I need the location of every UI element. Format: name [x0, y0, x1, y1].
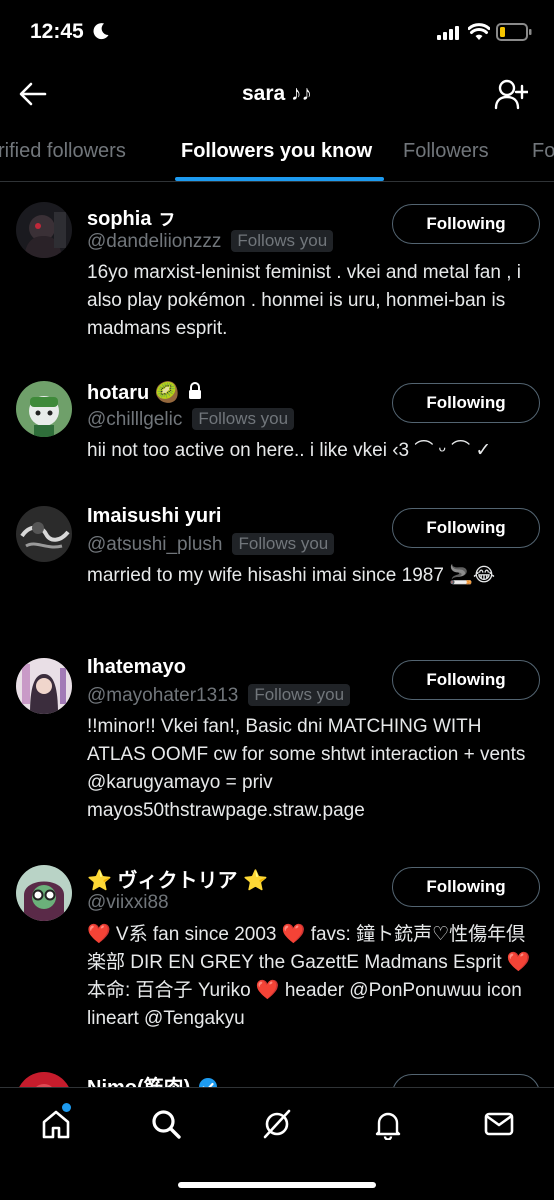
user-bio: 16yo marxist-leninist feminist . vkei an…	[87, 262, 522, 339]
home-icon[interactable]	[40, 1108, 72, 1140]
list-item[interactable]: ⭐ ヴィクトリア ⭐ @viixxi88 Following ❤️ V系 fan…	[0, 845, 554, 1052]
add-user-icon[interactable]	[494, 78, 528, 110]
moon-icon	[93, 23, 109, 40]
user-handle: @dandeliionzzz	[87, 231, 222, 252]
following-button[interactable]: Following	[392, 383, 540, 423]
tab-followers-you-know[interactable]: Followers you know	[181, 140, 372, 163]
avatar[interactable]	[16, 865, 72, 921]
lock-icon	[189, 382, 202, 399]
user-display-name: sophia ㇷ	[87, 208, 178, 230]
following-button[interactable]: Following	[392, 660, 540, 700]
list-item[interactable]: Ihatemayo @mayohater1313 Follows you Foll…	[0, 638, 554, 845]
page-title: sara ♪♪	[241, 82, 313, 105]
handle-row: @chilllgelic Follows you	[87, 408, 295, 431]
home-indicator	[178, 1182, 376, 1188]
name-row: hotaru 🥝	[87, 380, 203, 405]
battery-icon	[496, 23, 532, 41]
status-time: 12:45	[30, 20, 84, 43]
follows-you-badge: Follows you	[232, 533, 335, 555]
active-tab-indicator	[175, 177, 384, 181]
tab-bar: rified followers Followers you know Foll…	[0, 123, 554, 182]
notification-dot	[62, 1103, 71, 1112]
user-bio: hii not too active on here.. i like vkei…	[87, 440, 492, 461]
follows-you-badge: Follows you	[192, 408, 295, 430]
user-handle: @viixxi88	[87, 892, 169, 913]
user-display-name: hotaru 🥝	[87, 382, 180, 404]
following-button[interactable]: Following	[392, 867, 540, 907]
signal-icon	[437, 26, 459, 40]
header: sara ♪♪	[0, 66, 554, 122]
avatar[interactable]	[16, 506, 72, 562]
following-button[interactable]: Following	[392, 1074, 540, 1087]
user-handle: @chilllgelic	[87, 409, 183, 430]
notifications-icon[interactable]	[372, 1108, 404, 1140]
user-display-name: Nimo(筋肉)	[87, 1077, 190, 1087]
messages-icon[interactable]	[483, 1108, 515, 1140]
follows-you-badge: Follows you	[248, 684, 351, 706]
user-bio: !!minor!! Vkei fan!, Basic dni MATCHING …	[87, 716, 526, 821]
avatar[interactable]	[16, 658, 72, 714]
handle-row: @dandeliionzzz Follows you	[87, 230, 334, 253]
tab-following[interactable]: Fo	[532, 140, 554, 163]
user-handle: @mayohater1313	[87, 685, 239, 706]
user-bio: ❤️ V系 fan since 2003 ❤️ favs: 鐘ト銃声♡性傷年倶楽…	[87, 924, 531, 1029]
search-icon[interactable]	[150, 1108, 182, 1140]
avatar[interactable]	[16, 202, 72, 258]
tab-followers[interactable]: Followers	[403, 140, 489, 163]
avatar[interactable]	[16, 1072, 72, 1087]
wifi-icon	[468, 23, 490, 40]
user-list: sophia ㇷ @dandeliionzzz Follows you Follo…	[0, 182, 554, 1087]
user-display-name: Imaisushi yuri	[87, 505, 222, 527]
list-item[interactable]: Imaisushi yuri @atsushi_plush Follows you…	[0, 486, 554, 638]
tab-verified-followers[interactable]: rified followers	[0, 140, 126, 163]
user-display-name: ⭐ ヴィクトリア ⭐	[87, 870, 268, 892]
handle-row: @viixxi88	[87, 892, 169, 914]
following-button[interactable]: Following	[392, 204, 540, 244]
verified-badge-icon	[198, 1078, 217, 1087]
user-display-name: Ihatemayo	[87, 656, 186, 678]
avatar[interactable]	[16, 381, 72, 437]
list-item[interactable]: sophia ㇷ @dandeliionzzz Follows you Follo…	[0, 182, 554, 362]
follows-you-badge: Follows you	[231, 230, 334, 252]
name-row: Nimo(筋肉)	[87, 1071, 218, 1087]
following-button[interactable]: Following	[392, 508, 540, 548]
list-item[interactable]: hotaru 🥝 @chilllgelic Follows you Followi…	[0, 362, 554, 486]
status-bar: 12:45	[0, 0, 554, 66]
spaces-icon[interactable]	[261, 1108, 293, 1140]
handle-row: @atsushi_plush Follows you	[87, 533, 335, 556]
user-handle: @atsushi_plush	[87, 534, 223, 555]
list-item[interactable]: Nimo(筋肉) Following	[0, 1052, 554, 1087]
handle-row: @mayohater1313 Follows you	[87, 684, 351, 707]
bottom-nav	[0, 1087, 554, 1200]
user-bio: married to my wife hisashi imai since 19…	[87, 565, 496, 586]
